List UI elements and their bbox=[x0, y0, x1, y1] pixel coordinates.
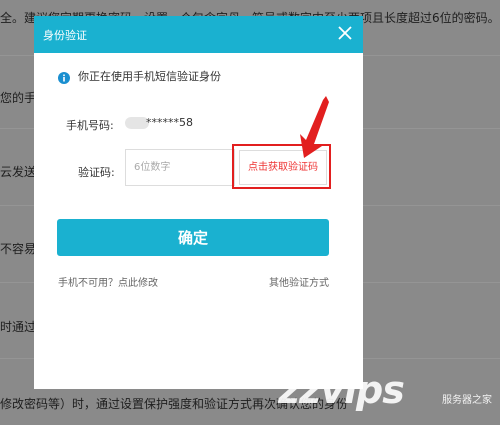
close-icon[interactable] bbox=[337, 25, 353, 41]
identity-verification-dialog: 身份验证 你正在使用手机短信验证身份 手机号码: ******58 验证码: 点… bbox=[34, 16, 363, 389]
bg-text-line: 云发送 bbox=[0, 165, 37, 179]
info-icon bbox=[58, 69, 70, 84]
code-label: 验证码: bbox=[78, 166, 115, 179]
confirm-button[interactable]: 确定 bbox=[57, 219, 329, 256]
phone-label: 手机号码: bbox=[66, 119, 114, 132]
bg-text-line: 时通过 bbox=[0, 320, 37, 334]
watermark-logo: zzvips bbox=[278, 368, 405, 412]
bg-text-line: 不容易 bbox=[0, 242, 37, 256]
dialog-header: 身份验证 bbox=[34, 16, 363, 53]
phone-number: ******58 bbox=[146, 116, 193, 129]
watermark-subtitle: 服务器之家 bbox=[442, 395, 492, 406]
bg-text-line: 您的手 bbox=[0, 91, 37, 105]
info-text: 你正在使用手机短信验证身份 bbox=[78, 70, 221, 83]
dialog-title: 身份验证 bbox=[43, 29, 87, 42]
annotation-arrow-icon bbox=[300, 96, 329, 158]
verification-code-input[interactable] bbox=[125, 149, 235, 186]
phone-unavailable-link[interactable]: 手机不可用？点此修改 bbox=[58, 274, 158, 289]
other-verification-link[interactable]: 其他验证方式 bbox=[269, 274, 329, 289]
phone-value: ******58 bbox=[125, 115, 201, 131]
